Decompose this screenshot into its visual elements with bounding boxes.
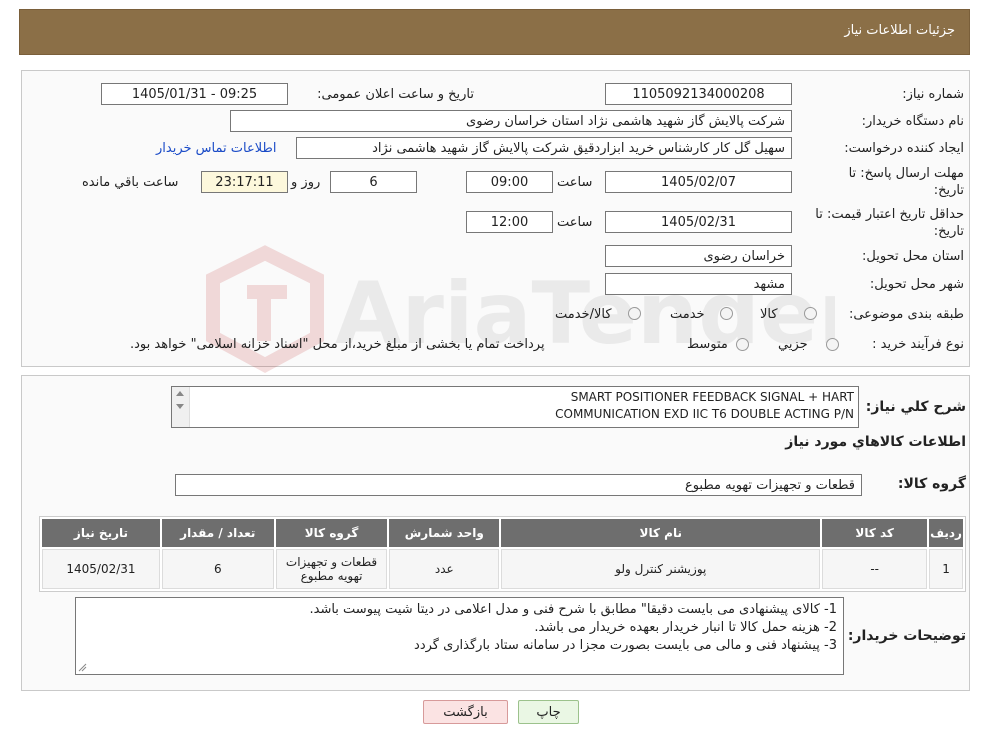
days-label: روز و — [291, 175, 321, 190]
cell-date: 1405/02/31 — [42, 549, 160, 589]
creator-field: سهیل گل کار کارشناس خرید ابزاردقیق شرکت … — [296, 137, 792, 159]
resize-grip-icon[interactable] — [78, 663, 87, 672]
cell-code: -- — [822, 549, 928, 589]
province-field: خراسان رضوی — [605, 245, 792, 267]
need-number-field: 1105092134000208 — [605, 83, 792, 105]
summary-line-1: SMART POSITIONER FEEDBACK SIGNAL + HART — [570, 390, 854, 404]
summary-label: شرح کلي نياز: — [865, 399, 966, 415]
scroll-down-icon[interactable] — [176, 404, 184, 409]
validity-date-field: 1405/02/31 — [605, 211, 792, 233]
process-radio-minor[interactable] — [826, 338, 839, 351]
notes-line-3: 3- پیشنهاد فنی و مالی می بایست بصورت مجز… — [414, 638, 837, 653]
page-header: جزئیات اطلاعات نیاز — [19, 9, 970, 55]
process-option-medium: متوسط — [687, 337, 728, 352]
category-option-goods: کالا — [760, 307, 778, 322]
category-option-service: خدمت — [670, 307, 705, 322]
cell-qty: 6 — [161, 549, 274, 589]
deadline-label-date: تاریخ: — [933, 183, 964, 198]
city-field: مشهد — [605, 273, 792, 295]
need-number-label: شماره نیاز: — [902, 87, 964, 102]
city-label: شهر محل تحویل: — [869, 277, 964, 292]
deadline-time-field: 09:00 — [466, 171, 553, 193]
col-header-unit: واحد شمارش — [389, 519, 500, 547]
scroll-up-icon[interactable] — [176, 391, 184, 396]
table-header-row: رديف کد کالا نام کالا واحد شمارش گروه کا… — [42, 519, 963, 547]
category-radio-goods[interactable] — [804, 307, 817, 320]
validity-time-label: ساعت — [557, 215, 593, 230]
category-radio-service[interactable] — [720, 307, 733, 320]
summary-line-2: COMMUNICATION EXD IIC T6 DOUBLE ACTING P… — [555, 407, 854, 421]
col-header-row: رديف — [929, 519, 963, 547]
goods-section-title: اطلاعات کالاهاي مورد نياز — [785, 434, 966, 450]
items-table: رديف کد کالا نام کالا واحد شمارش گروه کا… — [39, 516, 966, 592]
col-header-date: تاريخ نياز — [42, 519, 160, 547]
page-title: جزئیات اطلاعات نیاز — [844, 23, 955, 38]
goods-group-field: قطعات و تجهیزات تهویه مطبوع — [175, 474, 862, 496]
notes-line-1: 1- کالای پیشنهادی می بایست دقیقا" مطابق … — [309, 602, 837, 617]
category-radio-goods-service[interactable] — [628, 307, 641, 320]
buyer-org-field: شرکت پالایش گاز شهید هاشمی نژاد استان خر… — [230, 110, 792, 132]
summary-scrollbar[interactable] — [172, 387, 190, 427]
back-button[interactable]: بازگشت — [423, 700, 508, 724]
deadline-label: مهلت ارسال پاسخ: تا — [848, 166, 964, 181]
buyer-contact-link[interactable]: اطلاعات تماس خریدار — [156, 141, 276, 156]
col-header-group: گروه کالا — [275, 519, 388, 547]
cell-name: پوزیشنر کنترل ولو — [501, 549, 821, 589]
goods-group-label: گروه کالا: — [897, 476, 966, 492]
cell-unit: عدد — [389, 549, 500, 589]
deadline-date-field: 1405/02/07 — [605, 171, 792, 193]
category-option-goods-service: کالا/خدمت — [555, 307, 612, 322]
process-note: پرداخت تمام یا بخشی از مبلغ خرید،از محل … — [130, 337, 545, 352]
announce-label: تاریخ و ساعت اعلان عمومی: — [317, 87, 474, 102]
print-button[interactable]: چاپ — [518, 700, 579, 724]
validity-label: حداقل تاریخ اعتبار قیمت: تا — [815, 207, 964, 222]
announce-field: 1405/01/31 - 09:25 — [101, 83, 288, 105]
process-radio-medium[interactable] — [736, 338, 749, 351]
cell-row: 1 — [929, 549, 963, 589]
days-remaining-field: 6 — [330, 171, 417, 193]
remaining-time-field: 23:17:11 — [201, 171, 288, 193]
col-header-qty: تعداد / مقدار — [161, 519, 274, 547]
process-option-minor: جزيي — [778, 337, 808, 352]
validity-time-field: 12:00 — [466, 211, 553, 233]
process-label: نوع فرآیند خرید : — [872, 337, 964, 352]
notes-textarea[interactable]: 1- کالای پیشنهادی می بایست دقیقا" مطابق … — [75, 597, 844, 675]
category-label: طبقه بندی موضوعی: — [848, 307, 964, 322]
notes-line-2: 2- هزینه حمل کالا تا انبار خریدار بعهده … — [534, 620, 837, 635]
cell-group: قطعات و تجهیزات تهویه مطبوع — [275, 549, 388, 589]
validity-label-date: تاریخ: — [933, 224, 964, 239]
col-header-code: کد کالا — [822, 519, 928, 547]
table-row: 1 -- پوزیشنر کنترل ولو عدد قطعات و تجهیز… — [42, 549, 963, 589]
buyer-org-label: نام دستگاه خریدار: — [861, 114, 964, 129]
col-header-name: نام کالا — [501, 519, 821, 547]
deadline-time-label: ساعت — [557, 175, 593, 190]
summary-textarea[interactable]: SMART POSITIONER FEEDBACK SIGNAL + HART … — [171, 386, 859, 428]
province-label: استان محل تحویل: — [862, 249, 964, 264]
remaining-label: ساعت باقي مانده — [82, 175, 179, 190]
notes-label: توضیحات خریدار: — [847, 628, 966, 644]
creator-label: ایجاد کننده درخواست: — [844, 141, 964, 156]
